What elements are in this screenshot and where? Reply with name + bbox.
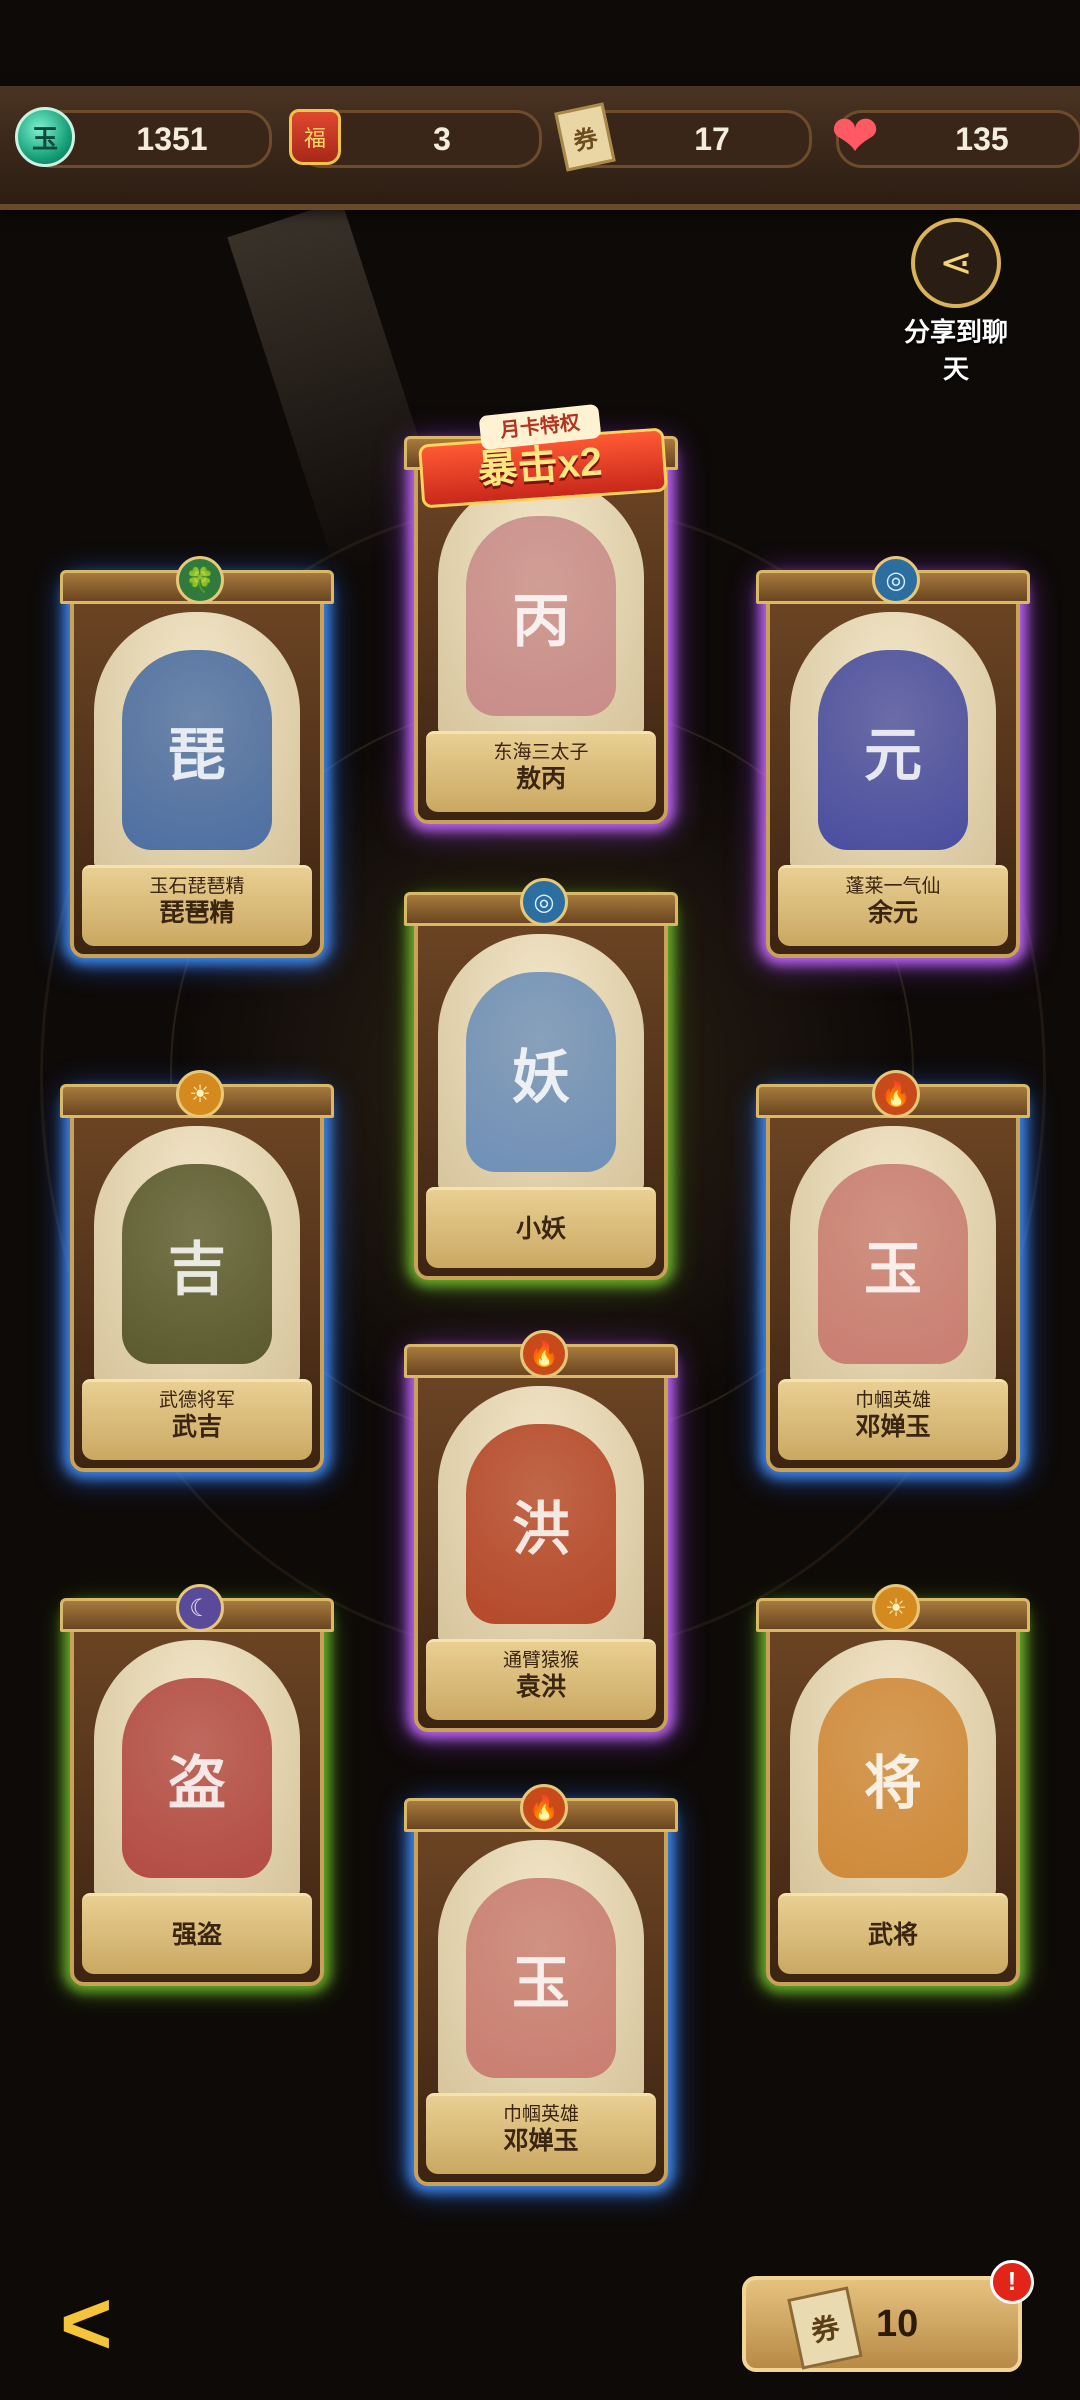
hero-card-wuji[interactable]: ☀ 吉 武德将军 武吉	[60, 1070, 334, 1472]
heart-counter[interactable]: ❤ 135	[831, 108, 1080, 168]
fire-element-icon: 🔥	[520, 1330, 568, 1378]
character-glyph: 琵	[167, 723, 226, 788]
red-bag-value: 3	[433, 121, 451, 157]
fire-element-icon: 🔥	[872, 1070, 920, 1118]
character-portrait: 盗	[122, 1678, 272, 1878]
character-glyph: 玉	[863, 1237, 922, 1302]
name-plate: 强盗	[82, 1893, 312, 1974]
character-portrait: 妖	[466, 972, 616, 1172]
character-portrait: 将	[818, 1678, 968, 1878]
card-title: 巾帼英雄	[854, 1390, 931, 1411]
name-plate: 通臂猿猴 袁洪	[426, 1639, 656, 1720]
alert-badge: !	[990, 2260, 1034, 2304]
character-portrait: 琵	[122, 650, 272, 850]
draw-ticket-button[interactable]: 券 10 !	[742, 2260, 1034, 2372]
name-plate: 东海三太子 敖丙	[426, 731, 656, 812]
hero-card-dengchanyu-2[interactable]: 🔥 玉 巾帼英雄 邓婵玉	[404, 1784, 678, 2186]
card-name: 武吉	[171, 1413, 222, 1441]
share-icon: ⋖	[911, 218, 1001, 308]
hero-card-wujiang[interactable]: ☀ 将 武将	[756, 1584, 1030, 1986]
red-bag-counter[interactable]: 福 3	[289, 109, 542, 168]
card-title: 蓬莱一气仙	[845, 876, 941, 897]
character-glyph: 妖	[511, 1045, 570, 1110]
character-glyph: 将	[863, 1751, 922, 1816]
sun-element-icon: ☀	[176, 1070, 224, 1118]
resource-bar: 玉 1351 福 3 券 17 ❤ 135	[0, 86, 1080, 210]
moon-element-icon: ☾	[176, 1584, 224, 1632]
name-plate: 巾帼英雄 邓婵玉	[426, 2093, 656, 2174]
jade-coin-icon: 玉	[13, 105, 77, 169]
name-plate: 蓬莱一气仙 余元	[778, 865, 1008, 946]
water-element-icon: ◎	[520, 878, 568, 926]
name-plate: 武德将军 武吉	[82, 1379, 312, 1460]
fire-element-icon: 🔥	[520, 1784, 568, 1832]
name-plate: 玉石琵琶精 琵琶精	[82, 865, 312, 946]
card-title: 东海三太子	[493, 742, 589, 763]
name-plate: 巾帼英雄 邓婵玉	[778, 1379, 1008, 1460]
heart-value: 135	[955, 121, 1009, 157]
card-name: 余元	[867, 899, 918, 927]
red-bag-icon: 福	[283, 105, 347, 169]
character-glyph: 丙	[511, 589, 570, 654]
sun-element-icon: ☀	[872, 1584, 920, 1632]
hero-card-yuyuan[interactable]: ◎ 元 蓬莱一气仙 余元	[756, 556, 1030, 958]
ticket-value: 17	[694, 121, 730, 157]
character-portrait: 洪	[466, 1424, 616, 1624]
name-plate: 小妖	[426, 1187, 656, 1268]
heart-icon: ❤	[830, 104, 880, 169]
card-title: 武德将军	[158, 1390, 235, 1411]
card-name: 邓婵玉	[855, 1413, 931, 1441]
character-portrait: 吉	[122, 1164, 272, 1364]
jade-counter[interactable]: 玉 1351	[15, 107, 272, 168]
jade-value: 1351	[136, 121, 208, 157]
character-portrait: 玉	[466, 1878, 616, 2078]
ticket-icon: 券	[553, 102, 617, 172]
hero-card-yuanhong[interactable]: 🔥 洪 通臂猿猴 袁洪	[404, 1330, 678, 1732]
character-portrait: 玉	[818, 1164, 968, 1364]
card-name: 小妖	[515, 1215, 566, 1243]
card-name: 邓婵玉	[503, 2127, 579, 2155]
character-glyph: 元	[863, 723, 922, 788]
hero-card-qiangdao[interactable]: ☾ 盗 强盗	[60, 1584, 334, 1986]
card-title: 玉石琵琶精	[149, 876, 245, 897]
water-element-icon: ◎	[872, 556, 920, 604]
hero-card-pipajing[interactable]: 🍀 琵 玉石琵琶精 琵琶精	[60, 556, 334, 958]
back-arrow-icon[interactable]: <	[60, 2279, 150, 2369]
wood-element-icon: 🍀	[176, 556, 224, 604]
character-portrait: 元	[818, 650, 968, 850]
character-glyph: 玉	[511, 1951, 570, 2016]
character-glyph: 盗	[167, 1751, 226, 1816]
share-label: 分享到聊天	[903, 317, 1008, 384]
card-name: 敖丙	[515, 765, 566, 793]
hero-card-dengchanyu[interactable]: 🔥 玉 巾帼英雄 邓婵玉	[756, 1070, 1030, 1472]
ticket-count: 10	[876, 2303, 919, 2345]
ticket-icon: 券	[787, 2286, 863, 2370]
ticket-counter[interactable]: 券 17	[554, 102, 812, 172]
share-to-chat-button[interactable]: ⋖ 分享到聊天	[894, 218, 1018, 386]
character-glyph: 洪	[511, 1497, 570, 1562]
card-title: 巾帼英雄	[502, 2104, 579, 2125]
character-portrait: 丙	[466, 516, 616, 716]
card-name: 琵琶精	[159, 899, 235, 927]
character-glyph: 吉	[167, 1237, 226, 1302]
card-title: 通臂猿猴	[502, 1650, 579, 1671]
card-name: 袁洪	[515, 1673, 566, 1701]
name-plate: 武将	[778, 1893, 1008, 1974]
hero-card-xiaoyao[interactable]: ◎ 妖 小妖	[404, 878, 678, 1280]
monthly-card-bonus-badge: 月卡特权 暴击x2	[418, 403, 668, 509]
card-name: 强盗	[171, 1921, 222, 1949]
card-name: 武将	[867, 1921, 918, 1949]
